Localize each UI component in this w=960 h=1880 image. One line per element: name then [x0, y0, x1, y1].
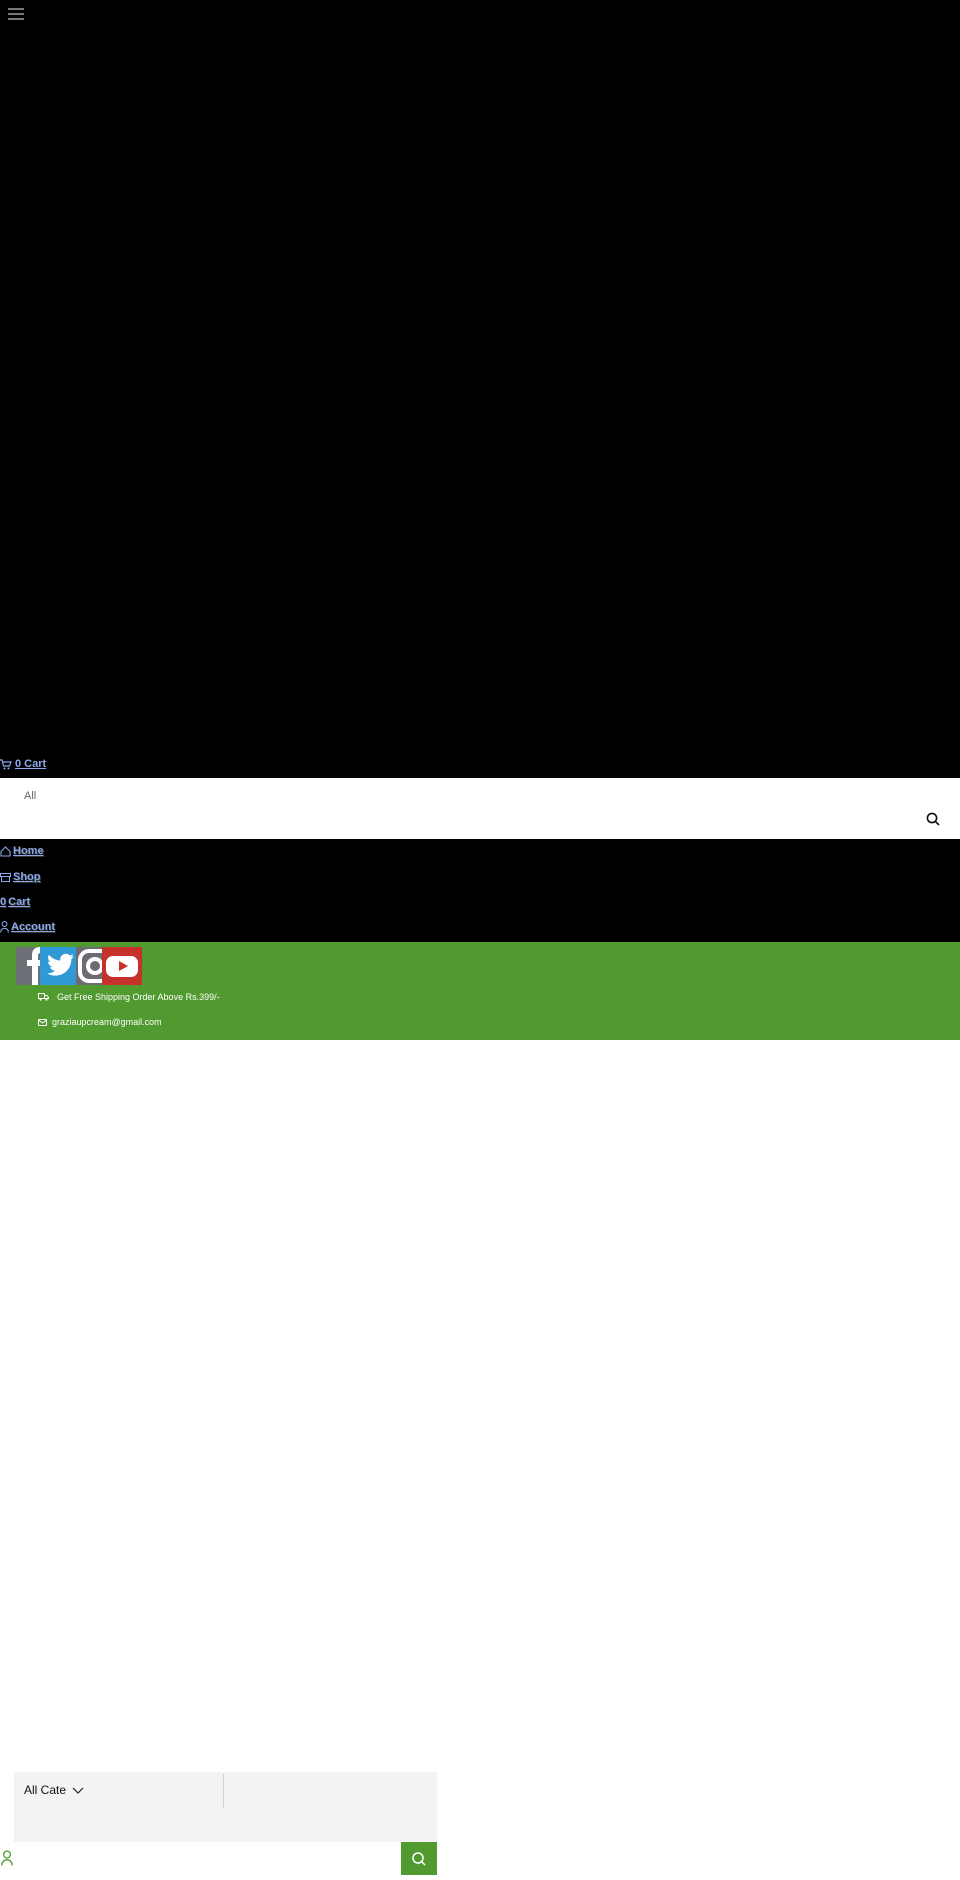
search-category-select[interactable]: All	[24, 790, 36, 802]
search-icon	[412, 1852, 426, 1866]
top-info-bar: Get Free Shipping Order Above Rs.399/- g…	[0, 942, 960, 1040]
social-links	[16, 947, 142, 985]
account-icon[interactable]	[1, 1850, 13, 1866]
nav-cart-link[interactable]: 0 Cart	[0, 896, 30, 908]
nav-shop-link[interactable]: Shop	[0, 871, 41, 883]
nav-cart-count: 0	[0, 896, 7, 908]
shipping-info: Get Free Shipping Order Above Rs.399/-	[38, 992, 220, 1002]
header-cart-label: 0 Cart	[15, 758, 47, 770]
category-dropdown[interactable]: All Categories	[24, 1783, 84, 1797]
email-link[interactable]: graziaupcream@gmail.com	[52, 1017, 162, 1027]
header-cart-link[interactable]: 0 Cart	[0, 758, 46, 770]
nav-home-link[interactable]: Home	[0, 845, 44, 857]
mobile-nav: Home Shop 0 Cart Account	[0, 839, 960, 942]
hamburger-icon[interactable]	[8, 8, 24, 20]
hero-area: 0 Cart	[0, 0, 960, 778]
search-divider	[223, 1774, 224, 1808]
bottom-toolbar	[0, 1842, 437, 1875]
email-info: graziaupcream@gmail.com	[38, 1017, 162, 1027]
nav-shop-label: Shop	[13, 871, 41, 883]
search-input[interactable]	[226, 1774, 430, 1810]
store-icon	[0, 872, 11, 882]
search-icon[interactable]	[926, 812, 940, 826]
truck-icon	[38, 993, 49, 1001]
user-icon	[0, 921, 9, 933]
nav-account-link[interactable]: Account	[0, 921, 55, 933]
category-dropdown-label: All Categories	[24, 1783, 66, 1797]
cart-icon	[0, 758, 12, 769]
twitter-icon	[47, 953, 74, 976]
youtube-link[interactable]	[102, 947, 142, 985]
search-strip: All	[0, 778, 960, 839]
twitter-link[interactable]	[40, 947, 78, 985]
chevron-down-icon	[72, 1787, 84, 1794]
nav-home-label: Home	[13, 845, 44, 857]
youtube-icon	[106, 956, 138, 977]
shipping-text: Get Free Shipping Order Above Rs.399/-	[57, 992, 220, 1002]
home-icon	[0, 845, 11, 857]
bottom-search-form: All Categories	[14, 1772, 437, 1842]
nav-cart-label: Cart	[8, 896, 31, 908]
mail-icon	[38, 1018, 47, 1026]
nav-account-label: Account	[11, 921, 55, 933]
search-submit-button[interactable]	[401, 1842, 437, 1875]
